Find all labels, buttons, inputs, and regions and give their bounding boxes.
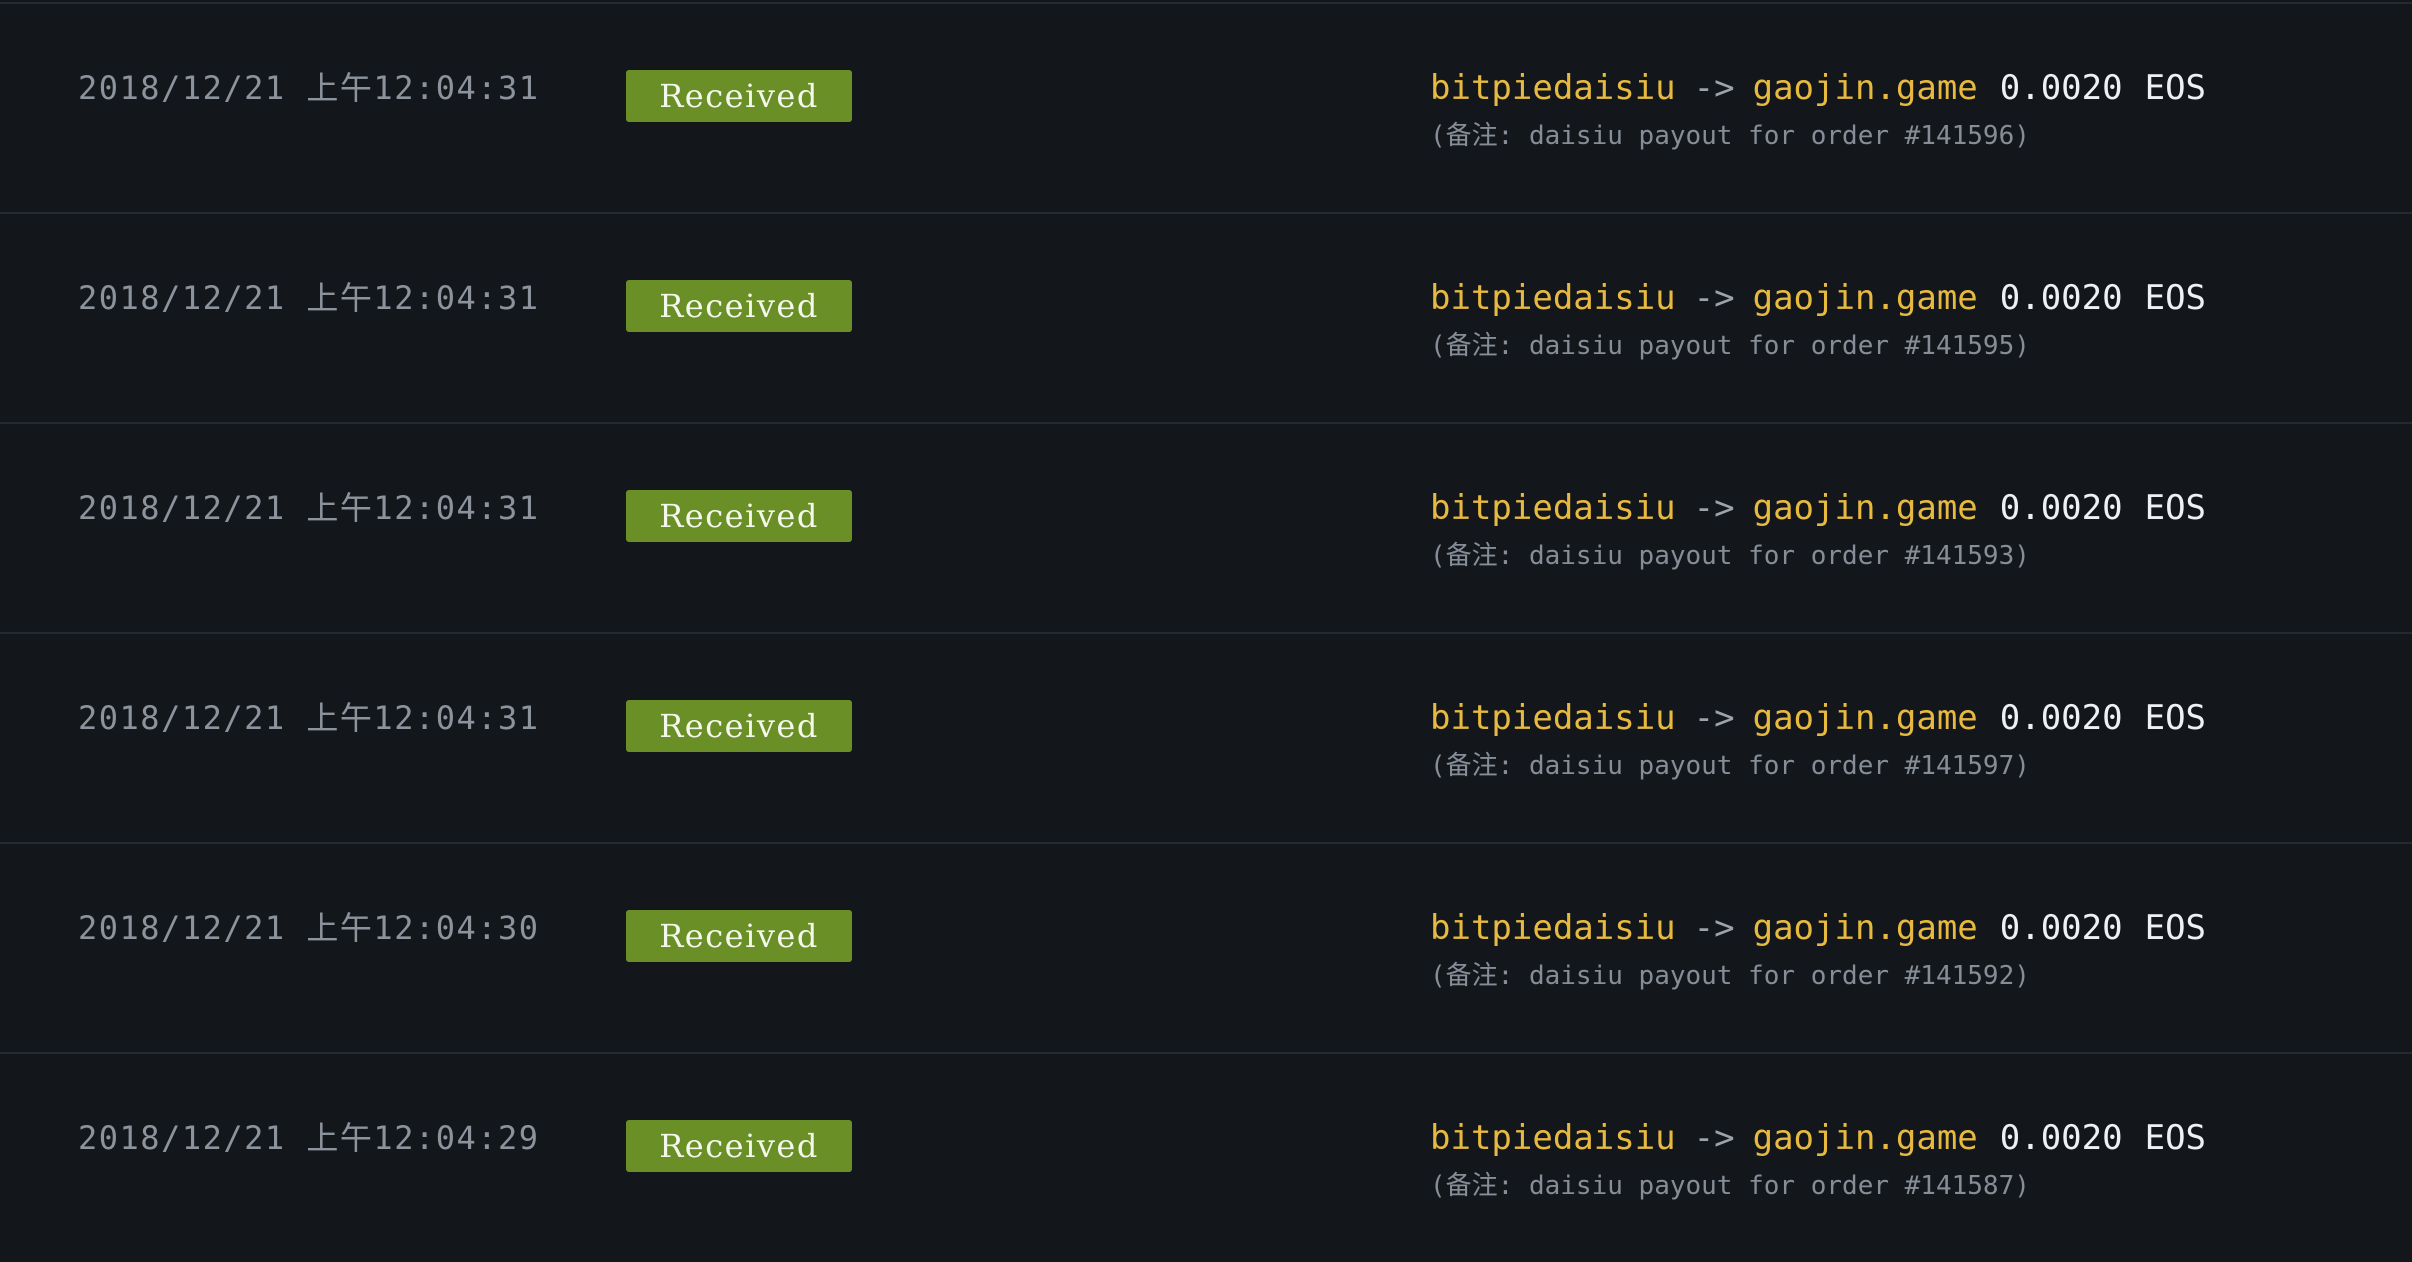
- transaction-time: 2018/12/21 上午12:04:31: [78, 699, 540, 737]
- transaction-memo: (备注: daisiu payout for order #141587): [1430, 1170, 2030, 1202]
- token-symbol: EOS: [2144, 1118, 2207, 1158]
- transfer-amount: 0.0020: [1999, 1118, 2123, 1158]
- from-account-link[interactable]: bitpiedaisiu: [1430, 488, 1676, 528]
- memo-text: daisiu payout for order #141592: [1528, 961, 2015, 991]
- token-symbol: EOS: [2144, 68, 2207, 108]
- transfer-amount: 0.0020: [1999, 278, 2123, 318]
- memo-text: daisiu payout for order #141596: [1528, 121, 2015, 151]
- token-symbol: EOS: [2144, 488, 2207, 528]
- transaction-memo: (备注: daisiu payout for order #141595): [1430, 330, 2030, 362]
- transaction-row: 2018/12/21 上午12:04:31 Received bitpiedai…: [0, 2, 2412, 212]
- memo-suffix: ): [2014, 331, 2030, 361]
- transfer-details: bitpiedaisiu -> gaojin.game 0.0020 EOS: [1430, 278, 2206, 318]
- transaction-memo: (备注: daisiu payout for order #141597): [1430, 750, 2030, 782]
- from-account-link[interactable]: bitpiedaisiu: [1430, 278, 1676, 318]
- memo-suffix: ): [2014, 1171, 2030, 1201]
- arrow-icon: ->: [1693, 278, 1735, 318]
- transfer-details: bitpiedaisiu -> gaojin.game 0.0020 EOS: [1430, 1118, 2206, 1158]
- to-account-link[interactable]: gaojin.game: [1753, 68, 1978, 108]
- status-badge[interactable]: Received: [626, 700, 852, 752]
- memo-suffix: ): [2014, 541, 2030, 571]
- memo-suffix: ): [2014, 751, 2030, 781]
- memo-text: daisiu payout for order #141597: [1528, 751, 2015, 781]
- status-badge[interactable]: Received: [626, 280, 852, 332]
- transfer-amount: 0.0020: [1999, 698, 2123, 738]
- memo-prefix: (备注:: [1430, 1171, 1529, 1201]
- to-account-link[interactable]: gaojin.game: [1753, 278, 1978, 318]
- token-symbol: EOS: [2144, 698, 2207, 738]
- transfer-details: bitpiedaisiu -> gaojin.game 0.0020 EOS: [1430, 698, 2206, 738]
- to-account-link[interactable]: gaojin.game: [1753, 1118, 1978, 1158]
- transaction-time: 2018/12/21 上午12:04:31: [78, 489, 540, 527]
- arrow-icon: ->: [1693, 698, 1735, 738]
- transaction-list: 2018/12/21 上午12:04:31 Received bitpiedai…: [0, 0, 2412, 1252]
- token-symbol: EOS: [2144, 908, 2207, 948]
- transaction-time: 2018/12/21 上午12:04:31: [78, 69, 540, 107]
- transfer-details: bitpiedaisiu -> gaojin.game 0.0020 EOS: [1430, 908, 2206, 948]
- arrow-icon: ->: [1693, 908, 1735, 948]
- arrow-icon: ->: [1693, 488, 1735, 528]
- transaction-row: 2018/12/21 上午12:04:31 Received bitpiedai…: [0, 632, 2412, 842]
- token-symbol: EOS: [2144, 278, 2207, 318]
- transaction-memo: (备注: daisiu payout for order #141592): [1430, 960, 2030, 992]
- memo-text: daisiu payout for order #141593: [1528, 541, 2015, 571]
- transaction-time: 2018/12/21 上午12:04:29: [78, 1119, 540, 1157]
- transfer-amount: 0.0020: [1999, 488, 2123, 528]
- from-account-link[interactable]: bitpiedaisiu: [1430, 68, 1676, 108]
- from-account-link[interactable]: bitpiedaisiu: [1430, 908, 1676, 948]
- memo-text: daisiu payout for order #141587: [1528, 1171, 2015, 1201]
- transaction-row: 2018/12/21 上午12:04:31 Received bitpiedai…: [0, 422, 2412, 632]
- to-account-link[interactable]: gaojin.game: [1753, 908, 1978, 948]
- status-badge[interactable]: Received: [626, 70, 852, 122]
- memo-prefix: (备注:: [1430, 751, 1529, 781]
- memo-prefix: (备注:: [1430, 121, 1529, 151]
- memo-prefix: (备注:: [1430, 331, 1529, 361]
- transaction-time: 2018/12/21 上午12:04:30: [78, 909, 540, 947]
- transaction-row: 2018/12/21 上午12:04:29 Received bitpiedai…: [0, 1052, 2412, 1262]
- memo-prefix: (备注:: [1430, 541, 1529, 571]
- transfer-details: bitpiedaisiu -> gaojin.game 0.0020 EOS: [1430, 488, 2206, 528]
- transfer-details: bitpiedaisiu -> gaojin.game 0.0020 EOS: [1430, 68, 2206, 108]
- arrow-icon: ->: [1693, 1118, 1735, 1158]
- status-badge[interactable]: Received: [626, 1120, 852, 1172]
- transfer-amount: 0.0020: [1999, 908, 2123, 948]
- transfer-amount: 0.0020: [1999, 68, 2123, 108]
- memo-text: daisiu payout for order #141595: [1528, 331, 2015, 361]
- memo-prefix: (备注:: [1430, 961, 1529, 991]
- transaction-memo: (备注: daisiu payout for order #141596): [1430, 120, 2030, 152]
- arrow-icon: ->: [1693, 68, 1735, 108]
- transaction-row: 2018/12/21 上午12:04:30 Received bitpiedai…: [0, 842, 2412, 1052]
- transaction-row: 2018/12/21 上午12:04:31 Received bitpiedai…: [0, 212, 2412, 422]
- to-account-link[interactable]: gaojin.game: [1753, 488, 1978, 528]
- status-badge[interactable]: Received: [626, 490, 852, 542]
- from-account-link[interactable]: bitpiedaisiu: [1430, 1118, 1676, 1158]
- from-account-link[interactable]: bitpiedaisiu: [1430, 698, 1676, 738]
- transaction-time: 2018/12/21 上午12:04:31: [78, 279, 540, 317]
- memo-suffix: ): [2014, 961, 2030, 991]
- memo-suffix: ): [2014, 121, 2030, 151]
- transaction-memo: (备注: daisiu payout for order #141593): [1430, 540, 2030, 572]
- status-badge[interactable]: Received: [626, 910, 852, 962]
- to-account-link[interactable]: gaojin.game: [1753, 698, 1978, 738]
